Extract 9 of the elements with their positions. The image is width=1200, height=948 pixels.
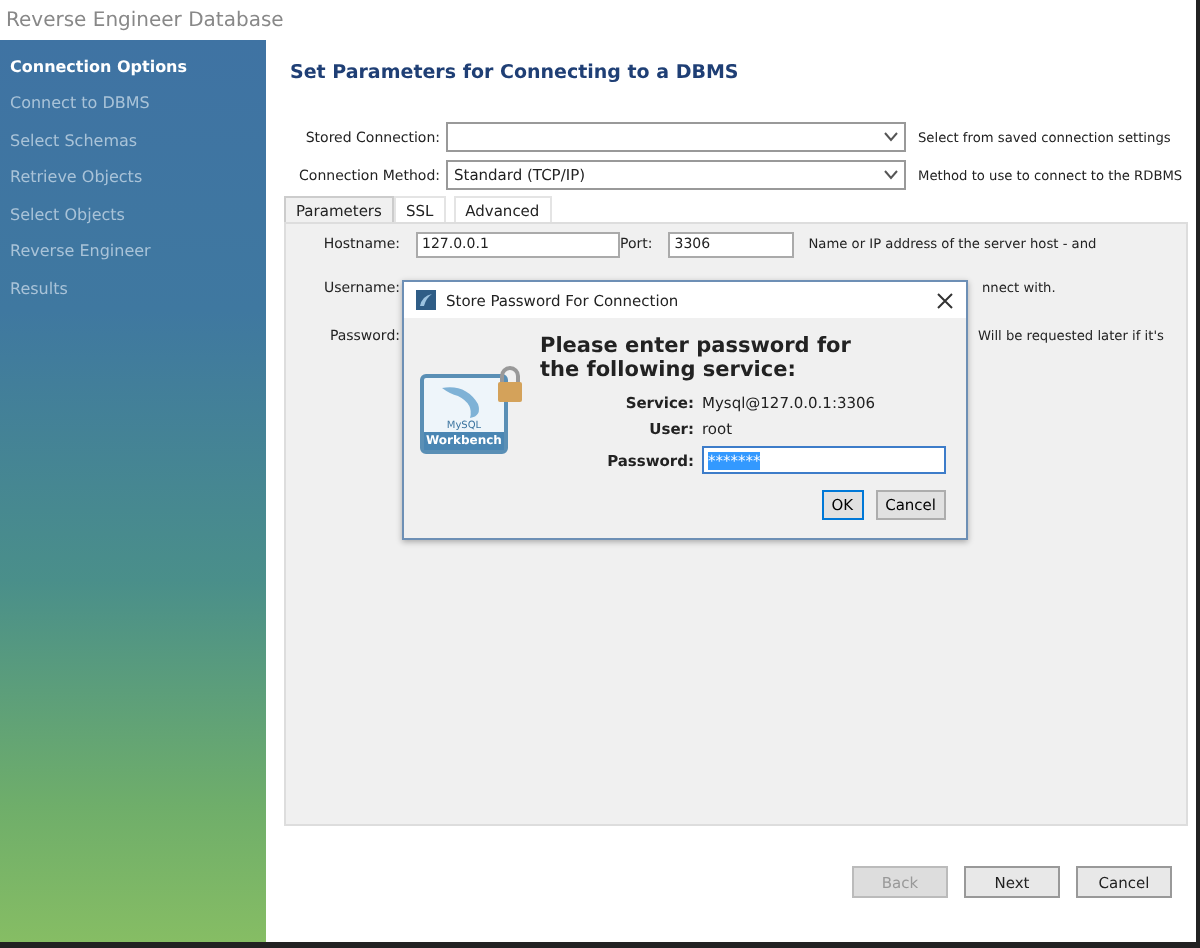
- padlock-icon: [496, 366, 524, 402]
- sidebar-item[interactable]: Connection Options: [0, 48, 266, 85]
- chevron-down-icon: [884, 170, 898, 180]
- dropdown-field[interactable]: [446, 122, 906, 152]
- page-heading: Set Parameters for Connecting to a DBMS: [290, 62, 741, 84]
- close-icon[interactable]: [936, 291, 954, 309]
- chevron-down-icon: [884, 132, 898, 142]
- dialog-message: Please enter password for the following service:: [540, 334, 853, 382]
- window-title: Reverse Engineer Database: [6, 9, 284, 31]
